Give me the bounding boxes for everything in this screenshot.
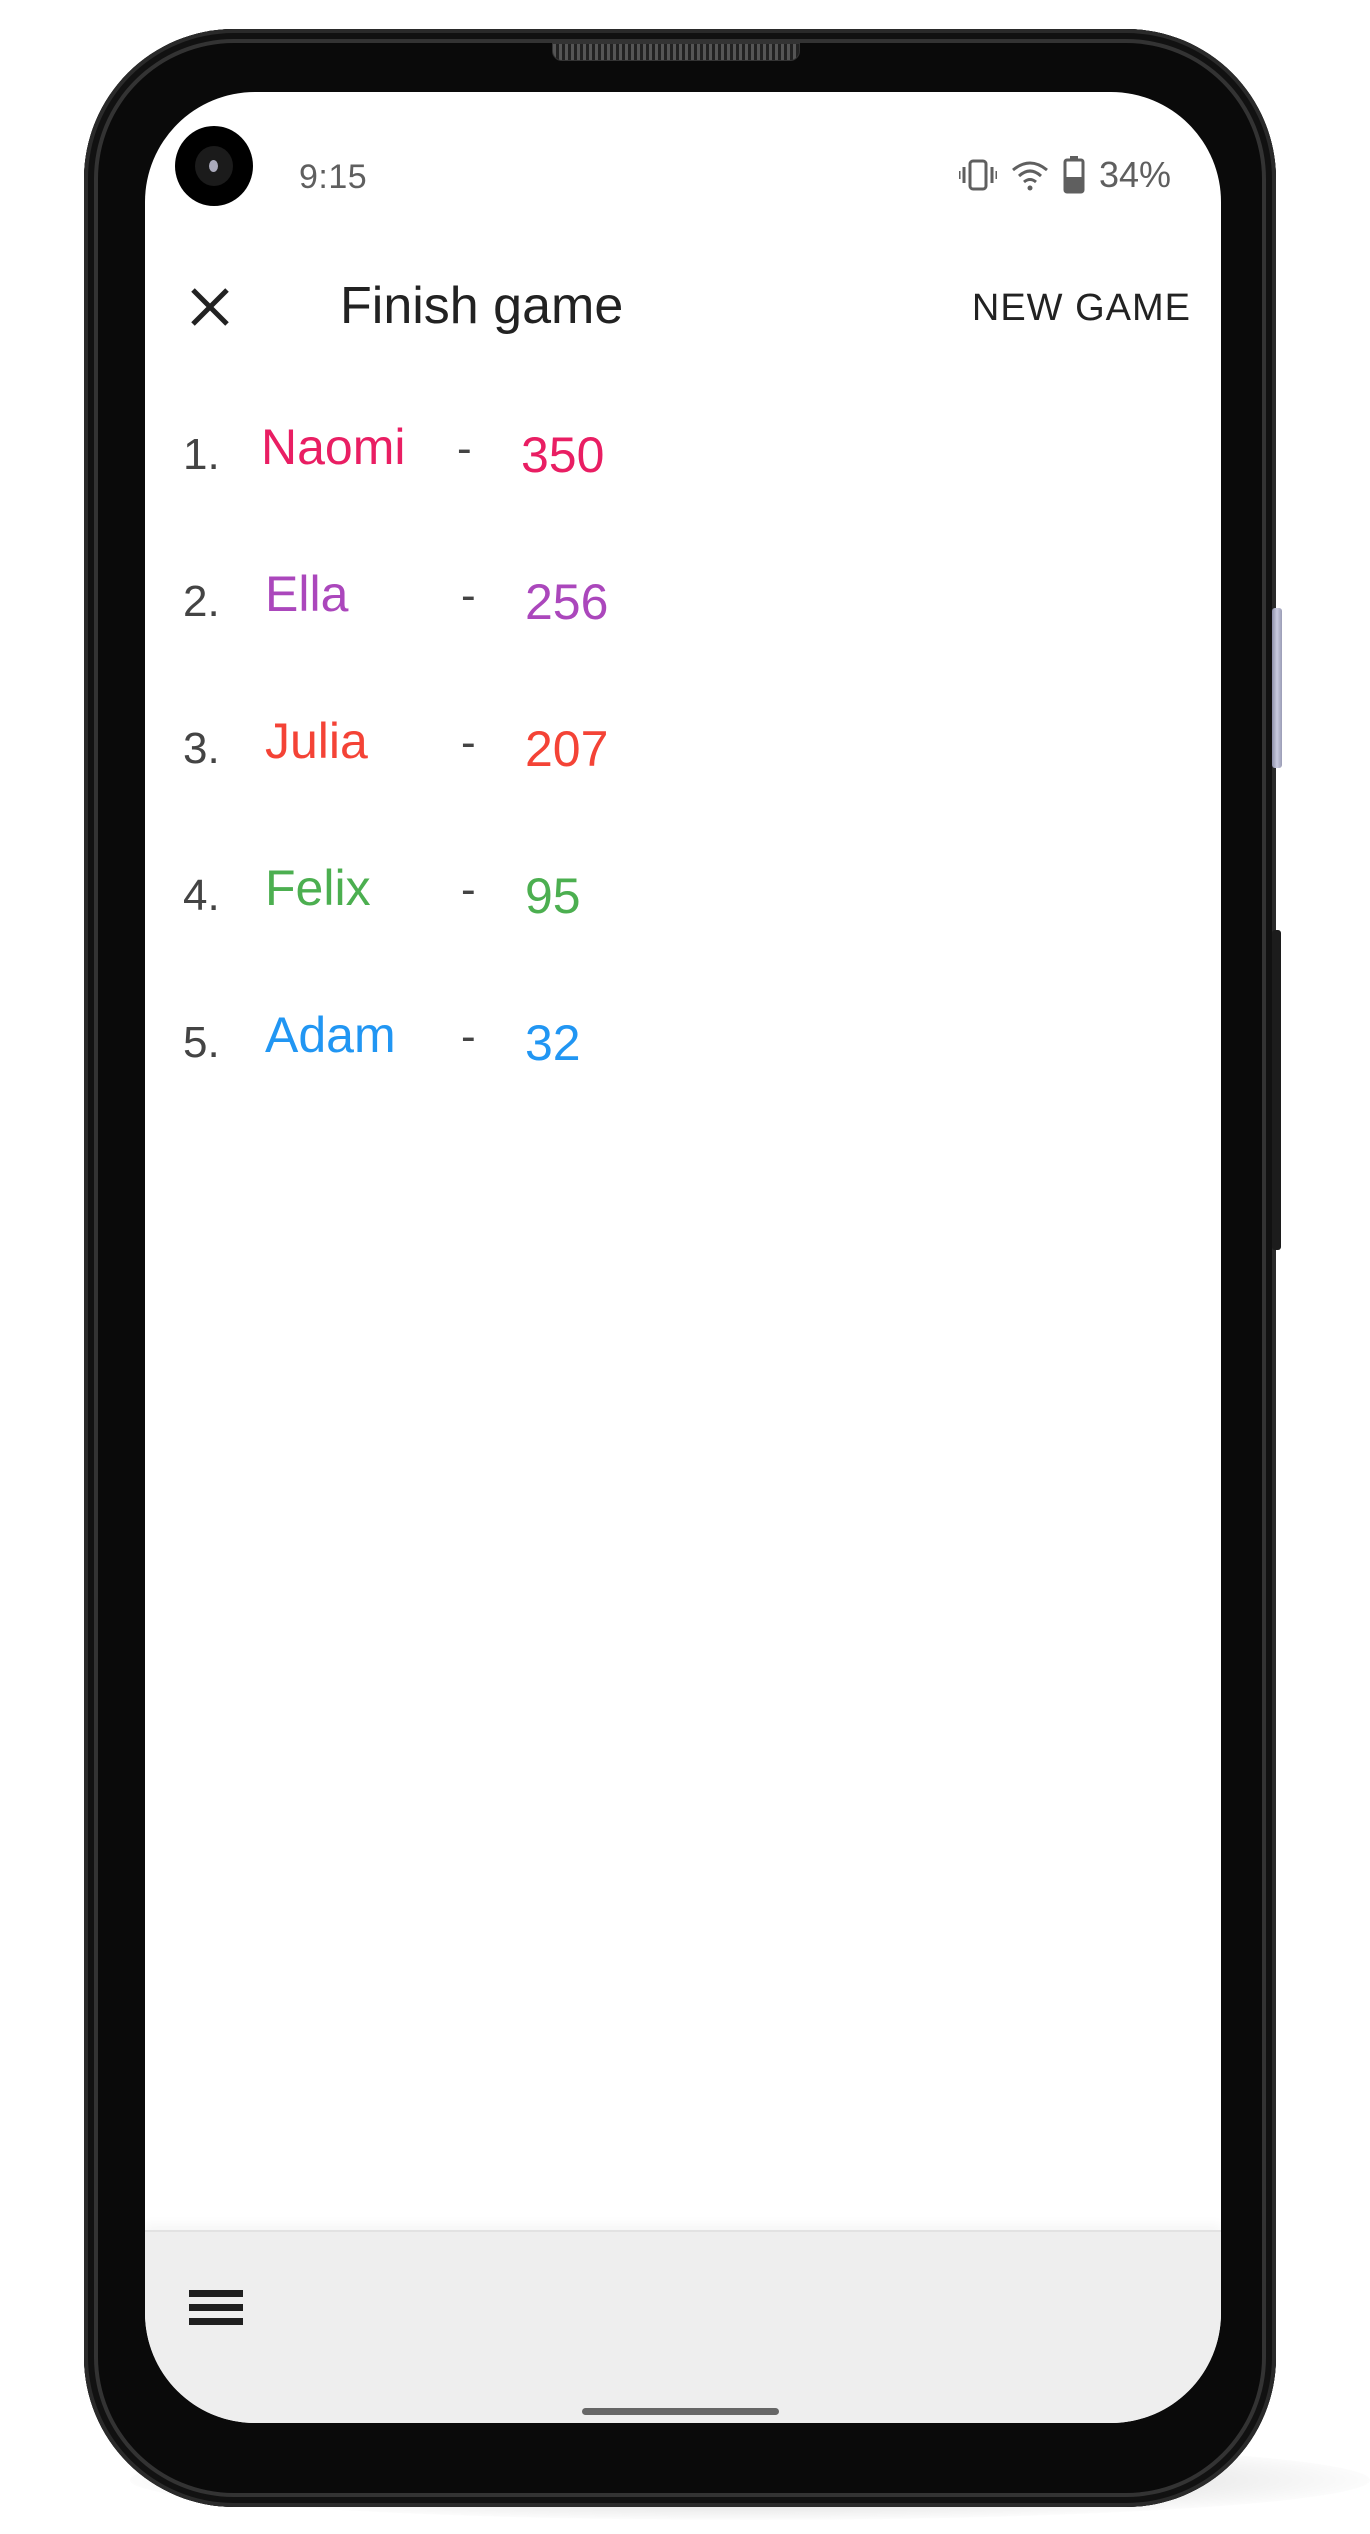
- home-indicator[interactable]: [582, 2408, 779, 2415]
- player-name: Ella: [265, 566, 349, 622]
- front-camera: [175, 126, 253, 206]
- player-name: Naomi: [261, 419, 406, 475]
- separator: -: [461, 718, 476, 767]
- close-button[interactable]: [185, 282, 235, 332]
- separator: -: [457, 424, 472, 473]
- screen: 9:15 34% Finish game NEW GAME 1. Naomi -…: [145, 92, 1221, 2423]
- battery-percent: 34%: [1098, 154, 1171, 195]
- leaderboard-row: 1. Naomi - 350: [145, 412, 1221, 559]
- separator: -: [461, 1012, 476, 1061]
- player-name: Felix: [265, 860, 371, 916]
- menu-icon: [189, 2290, 243, 2325]
- wifi-icon: [1011, 161, 1048, 191]
- close-icon: [191, 288, 229, 326]
- player-score: 207: [525, 721, 609, 777]
- rank: 1.: [183, 430, 220, 479]
- camera-glint: [209, 160, 218, 172]
- separator: -: [461, 571, 476, 620]
- leaderboard-row: 3. Julia - 207: [145, 706, 1221, 853]
- bottom-app-bar: [145, 2230, 1221, 2423]
- leaderboard-row: 2. Ella - 256: [145, 559, 1221, 706]
- power-button: [1272, 930, 1281, 1250]
- rank: 2.: [183, 577, 220, 626]
- player-score: 95: [525, 868, 581, 924]
- page-title: Finish game: [340, 277, 624, 335]
- player-score: 32: [525, 1015, 581, 1071]
- battery-icon: [1063, 156, 1085, 194]
- earpiece-speaker: [552, 43, 800, 61]
- leaderboard-list: 1. Naomi - 350 2. Ella - 256 3. Julia - …: [145, 412, 1221, 1147]
- menu-button[interactable]: [189, 2290, 243, 2332]
- separator: -: [461, 865, 476, 914]
- app-bar: Finish game NEW GAME: [145, 262, 1221, 352]
- player-score: 350: [521, 427, 605, 483]
- rank: 3.: [183, 724, 220, 773]
- rank: 5.: [183, 1018, 220, 1067]
- player-score: 256: [525, 574, 609, 630]
- volume-button: [1272, 608, 1282, 768]
- player-name: Adam: [265, 1007, 396, 1063]
- leaderboard-row: 4. Felix - 95: [145, 853, 1221, 1000]
- new-game-button[interactable]: NEW GAME: [972, 287, 1191, 330]
- vibrate-icon: [958, 159, 997, 191]
- leaderboard-row: 5. Adam - 32: [145, 1000, 1221, 1147]
- player-name: Julia: [265, 713, 368, 769]
- status-time: 9:15: [299, 158, 368, 196]
- status-icons: 34%: [958, 154, 1171, 196]
- rank: 4.: [183, 871, 220, 920]
